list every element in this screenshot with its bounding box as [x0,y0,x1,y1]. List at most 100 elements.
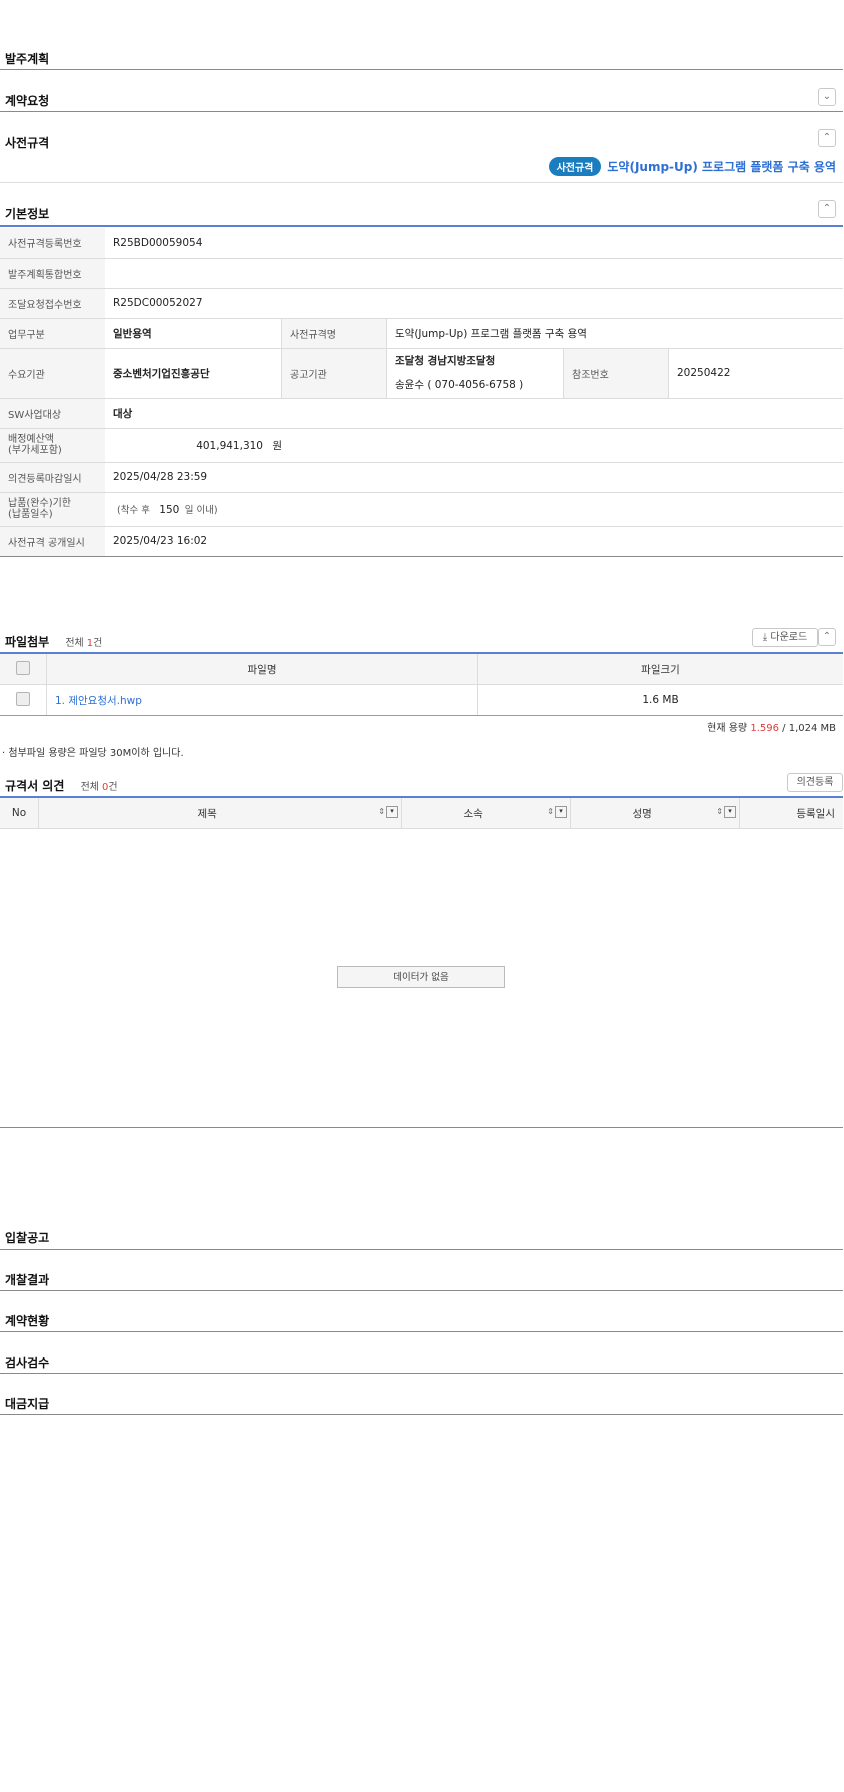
label-open-date: 사전규격 공개일시 [0,526,105,557]
row-checkbox[interactable] [16,691,30,706]
label-delivery-line1: 납품(완수)기한 [8,498,72,509]
select-all-checkbox[interactable] [16,660,30,675]
sort-icon[interactable]: ⇕ ▾ [374,805,398,818]
value-ref-no: 20250422 [668,348,843,399]
section-title-pre-spec[interactable]: 사전규격 [5,134,49,151]
value-delivery: (착수 후 150 일 이내) [105,492,843,527]
value-reg-no: R25BD00059054 [105,228,843,259]
usage-label: 현재 용량 [707,723,748,734]
divider [0,1373,843,1374]
sort-icon[interactable]: ⇕ ▾ [543,805,567,818]
section-title-opening-result[interactable]: 개찰결과 [5,1271,49,1288]
usage-info: 현재 용량 1.596 / 1,024 MB [707,719,836,734]
label-notice-org: 공고기관 [281,348,387,399]
col-file-name: 파일명 [46,654,478,685]
usage-max: / 1,024 MB [782,723,836,734]
section-title-bid-notice[interactable]: 입찰공고 [5,1229,49,1246]
col-name[interactable]: 성명 ⇕ ▾ [570,798,740,829]
delivery-suffix: 일 이내) [184,505,218,516]
basic-info-table: 사전규격등록번호 R25BD00059054 발주계획통합번호 조달요청접수번호… [0,228,843,557]
col-file-size: 파일크기 [477,654,843,685]
chevron-down-icon[interactable]: ⌄ [818,88,836,106]
delivery-prefix: (착수 후 [117,505,150,516]
chevron-up-icon[interactable]: ⌃ [818,200,836,218]
bullet-icon: · [2,748,6,759]
col-subject-label: 제목 [197,807,217,820]
attachments-table: 파일명 파일크기 1. 제안요청서.hwp 1.6 MB [0,654,843,716]
label-proc-no: 조달요청접수번호 [0,288,105,319]
sort-icon[interactable]: ⇕ ▾ [712,805,736,818]
section-title-contract-status[interactable]: 계약현황 [5,1312,49,1329]
col-date: 등록일시 [739,798,843,829]
chevron-up-icon[interactable]: ⌃ [818,628,836,646]
delivery-days: 150 [159,504,180,516]
label-delivery: 납품(완수)기한 (납품일수) [0,492,105,527]
col-name-label: 성명 [632,807,652,820]
divider [0,1331,843,1332]
opinions-table: No 제목 ⇕ ▾ 소속 ⇕ ▾ 성명 ⇕ ▾ 등록일시 [0,798,843,829]
col-subject[interactable]: 제목 ⇕ ▾ [38,798,402,829]
opinions-total-unit: 건 [108,782,118,793]
value-biz-type: 일반용역 [105,318,282,349]
notice-org-name: 조달청 경남지방조달청 [395,355,496,367]
label-delivery-line2: (납품일수) [8,509,53,520]
divider [0,1127,843,1128]
label-plan-no: 발주계획통합번호 [0,258,105,289]
label-budget-line2: (부가세포함) [8,445,62,456]
value-deadline: 2025/04/28 23:59 [105,462,843,493]
table-top-border [0,225,843,227]
opinions-total-label: 전체 [80,782,99,793]
col-no: No [0,798,39,829]
attachments-total-label: 전체 [65,638,84,649]
divider [0,69,843,70]
value-budget: 401,941,310 원 [105,428,843,463]
label-budget: 배정예산액 (부가세포함) [0,428,105,463]
label-spec-name: 사전규격명 [281,318,387,349]
value-spec-name: 도약(Jump-Up) 프로그램 플랫폼 구축 용역 [386,318,843,349]
empty-data-message: 데이터가 없음 [337,966,505,988]
value-demand: 중소벤처기업진흥공단 [105,348,282,399]
attachments-total-unit: 건 [93,638,103,649]
pre-spec-badge: 사전규격 [548,157,602,176]
value-sw: 대상 [105,398,843,429]
label-deadline: 의견등록마감일시 [0,462,105,493]
value-notice-org: 조달청 경남지방조달청 송윤수 ( 070-4056-6758 ) [386,348,564,399]
label-ref-no: 참조번호 [563,348,669,399]
section-title-opinions: 규격서 의견 전체 0건 [5,777,118,794]
value-proc-no: R25DC00052027 [105,288,843,319]
divider [0,1249,843,1250]
download-icon: ⤓ [762,632,768,643]
download-button[interactable]: ⤓ 다운로드 [752,628,818,647]
file-size: 1.6 MB [477,684,843,716]
value-open-date: 2025/04/23 16:02 [105,526,843,557]
divider [0,111,843,112]
usage-value: 1.596 [750,723,779,734]
opinions-title: 규격서 의견 [5,779,65,793]
pre-spec-header: 사전규격 도약(Jump-Up) 프로그램 플랫폼 구축 용역 [548,157,836,176]
divider [0,1414,843,1415]
select-all-checkbox-cell [0,654,47,685]
section-title-order-plan[interactable]: 발주계획 [5,50,49,67]
pre-spec-title: 도약(Jump-Up) 프로그램 플랫폼 구축 용역 [607,160,836,174]
label-reg-no: 사전규격등록번호 [0,228,105,259]
budget-unit: 원 [272,439,283,452]
section-title-basic-info: 기본정보 [5,207,50,221]
label-budget-line1: 배정예산액 [8,434,54,445]
download-label: 다운로드 [770,632,808,643]
section-title-attachments: 파일첨부 전체 1건 [5,633,102,650]
section-title-contract-request[interactable]: 계약요청 [5,92,49,109]
budget-amount: 401,941,310 [196,439,263,452]
file-link[interactable]: 1. 제안요청서.hwp [46,684,478,716]
attachment-notice: · 첨부파일 용량은 파일당 30M이하 입니다. [2,744,184,759]
value-plan-no [105,258,843,289]
col-dept-label: 소속 [463,807,483,820]
col-dept[interactable]: 소속 ⇕ ▾ [401,798,571,829]
section-title-payment[interactable]: 대금지급 [5,1395,49,1412]
divider [0,182,843,183]
chevron-up-icon[interactable]: ⌃ [818,129,836,147]
row-checkbox-cell [0,684,47,716]
label-biz-type: 업무구분 [0,318,105,349]
register-opinion-button[interactable]: 의견등록 [787,773,843,792]
divider [0,1290,843,1291]
section-title-inspection[interactable]: 검사검수 [5,1354,49,1371]
